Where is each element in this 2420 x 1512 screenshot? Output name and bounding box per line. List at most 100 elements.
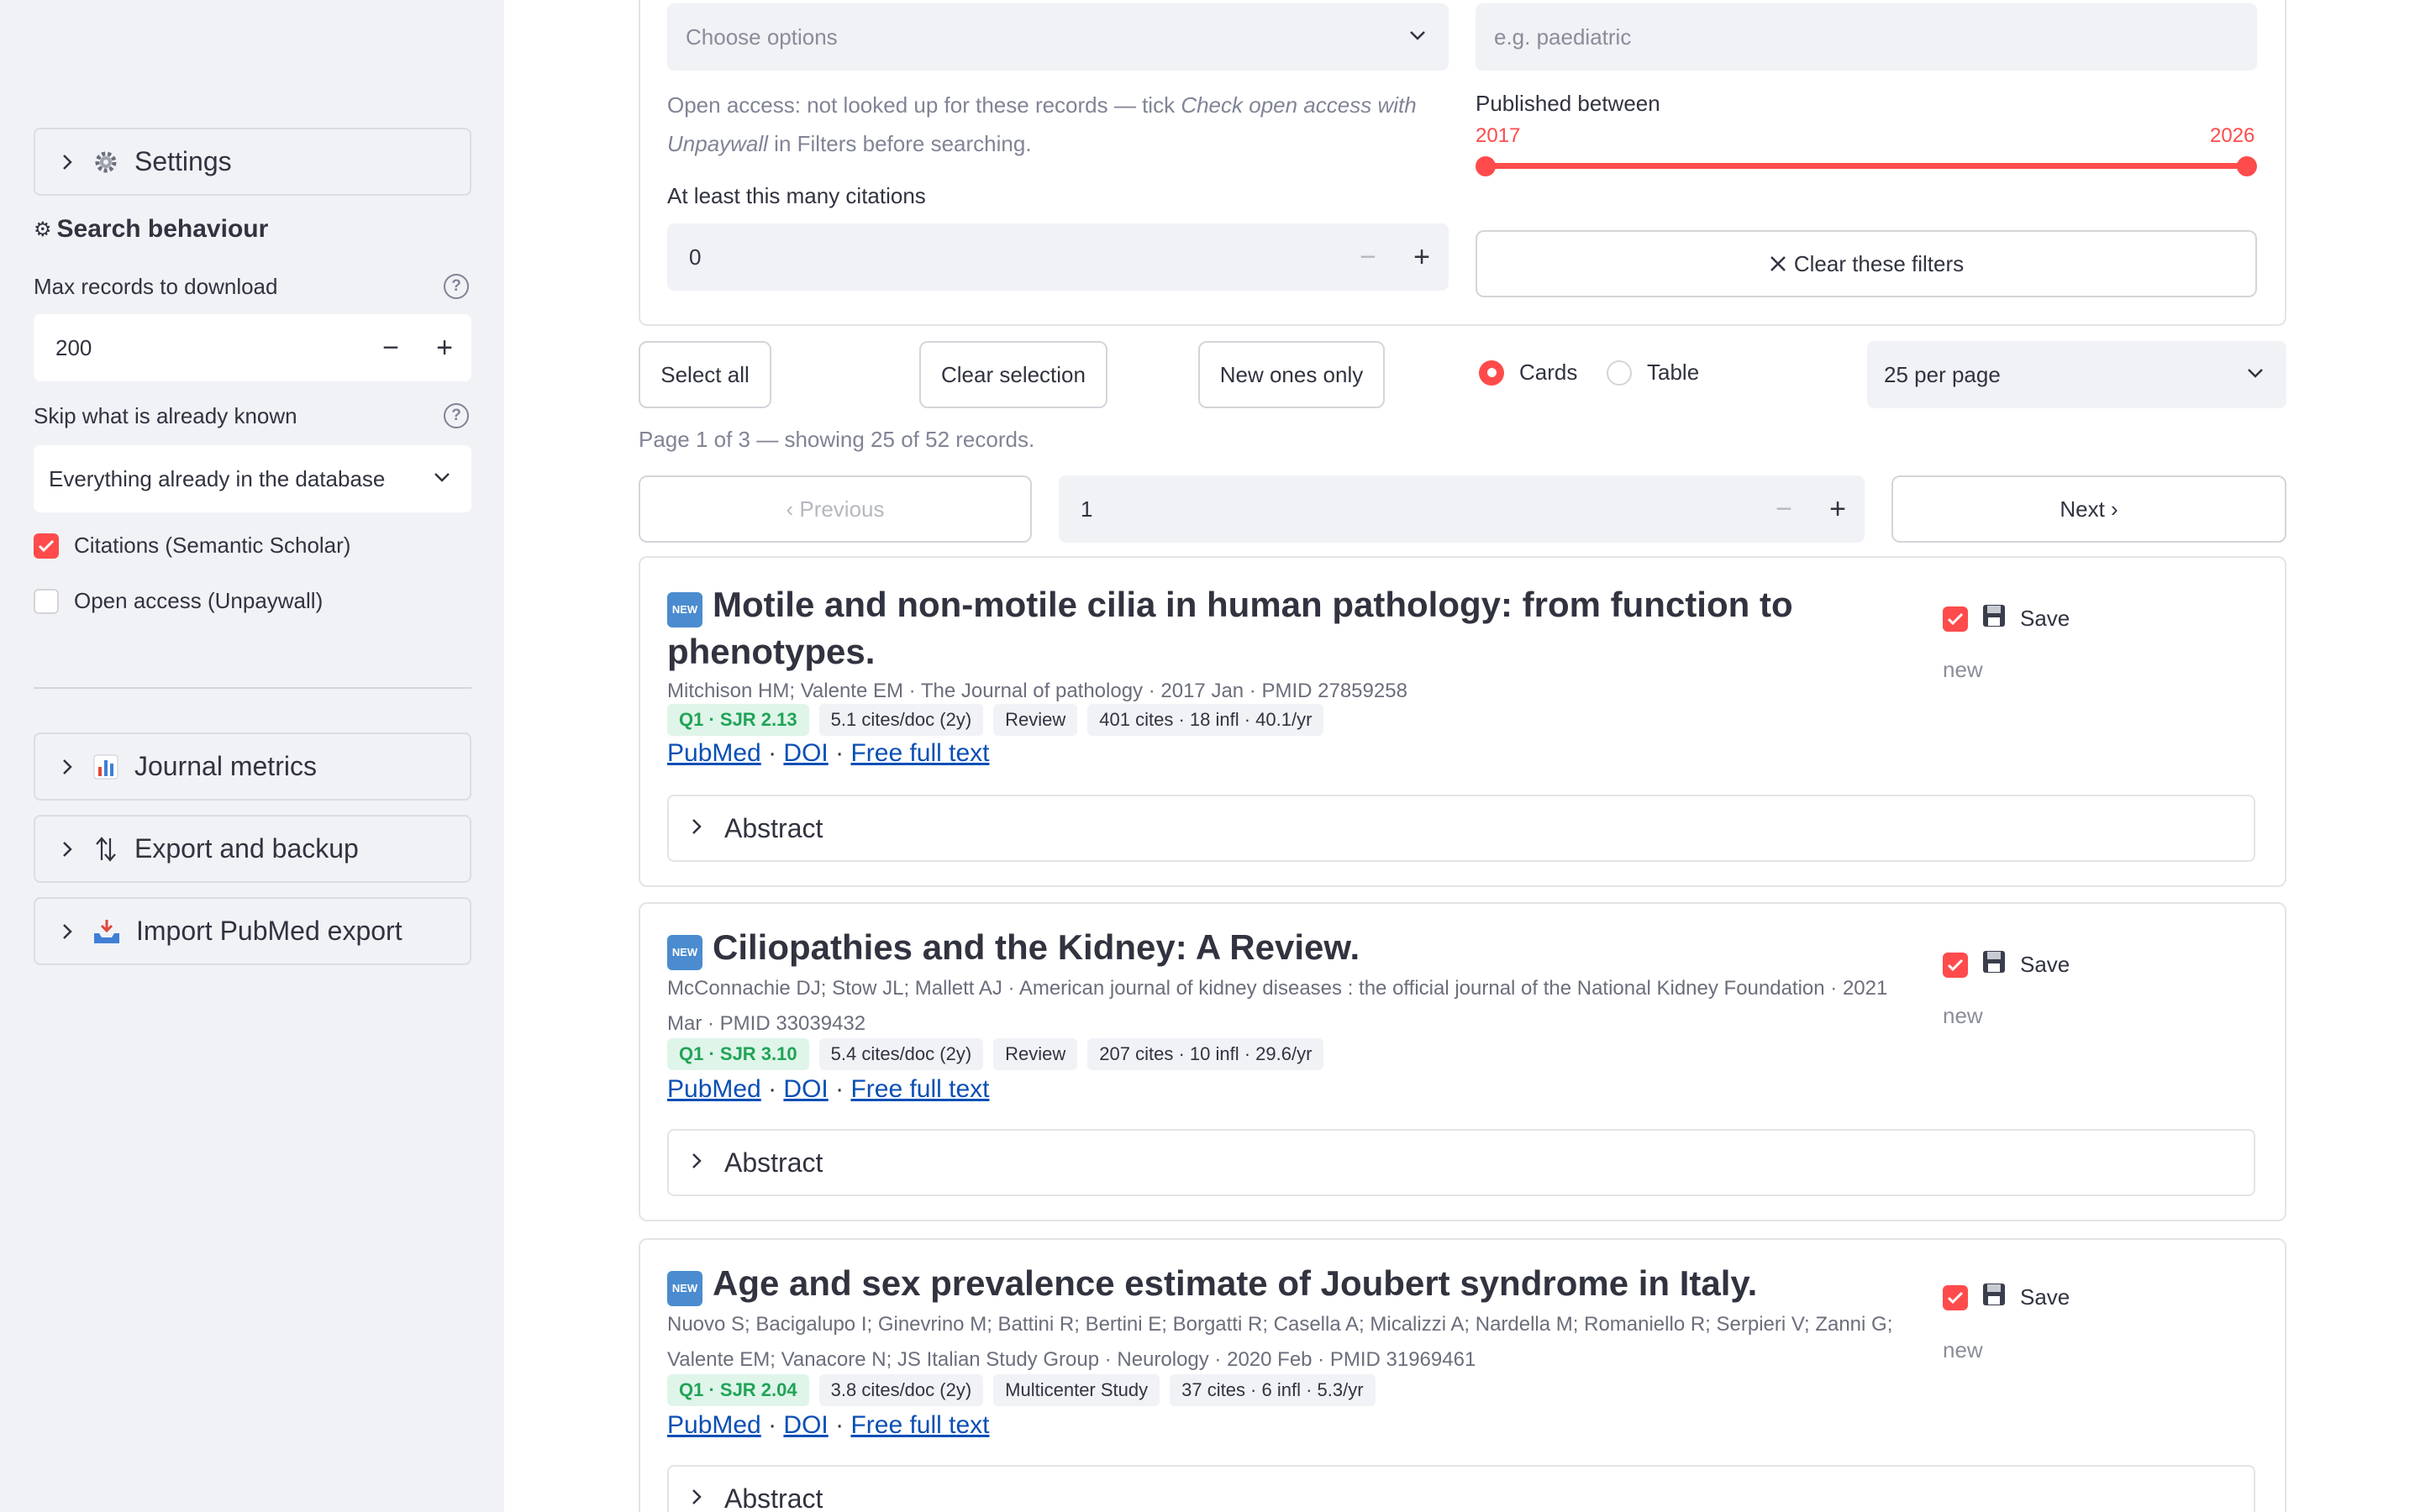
increment-button[interactable]: + xyxy=(418,332,471,365)
citations-checkbox[interactable] xyxy=(34,533,59,559)
skip-known-select[interactable]: Everything already in the database xyxy=(34,445,471,512)
view-table-radio[interactable]: Table xyxy=(1607,360,1699,386)
open-access-note: Open access: not looked up for these rec… xyxy=(667,86,1449,163)
settings-expander[interactable]: Settings xyxy=(34,128,471,196)
open-access-checkbox-row[interactable]: Open access (Unpaywall) xyxy=(34,588,323,614)
decrement-button[interactable]: − xyxy=(364,332,418,365)
floppy-disk-icon xyxy=(1981,603,2007,634)
cites-per-doc-badge: 5.1 cites/doc (2y) xyxy=(818,704,984,736)
record-title[interactable]: NEW Age and sex prevalence estimate of Jo… xyxy=(667,1260,1902,1307)
min-citations-value[interactable]: 0 xyxy=(667,244,1341,270)
year-max-handle[interactable] xyxy=(2237,156,2257,176)
journal-metrics-expander[interactable]: Journal metrics xyxy=(34,732,471,801)
chevron-down-icon xyxy=(2246,367,2265,383)
pubmed-link[interactable]: PubMed xyxy=(667,1411,761,1439)
record-meta: Nuovo S; Bacigalupo I; Ginevrino M; Batt… xyxy=(667,1313,1893,1371)
export-backup-expander[interactable]: Export and backup xyxy=(34,815,471,883)
per-page-value: 25 per page xyxy=(1884,361,2001,387)
clear-selection-button[interactable]: Clear selection xyxy=(919,341,1107,408)
pubmed-link[interactable]: PubMed xyxy=(667,739,761,767)
help-icon[interactable]: ? xyxy=(444,274,469,299)
publication-type-badge: Review xyxy=(993,1038,1078,1070)
gear-icon: ⚙ xyxy=(34,218,52,241)
gear-icon xyxy=(92,149,119,176)
min-citations-input[interactable]: 0 − + xyxy=(667,223,1449,291)
year-max-value: 2026 xyxy=(2210,124,2255,147)
record-tags: Q1 · SJR 3.10 5.4 cites/doc (2y) Review … xyxy=(667,1038,1324,1070)
import-pubmed-expander[interactable]: Import PubMed export xyxy=(34,897,471,965)
save-checkbox-row[interactable]: Save xyxy=(1943,603,2070,634)
pubmed-link[interactable]: PubMed xyxy=(667,1075,761,1103)
import-pubmed-label: Import PubMed export xyxy=(136,916,402,946)
next-page-button[interactable]: Next › xyxy=(1891,475,2286,543)
doi-link[interactable]: DOI xyxy=(783,1075,828,1103)
free-full-text-link[interactable]: Free full text xyxy=(850,1411,989,1439)
save-checkbox[interactable] xyxy=(1943,952,1968,978)
citations-checkbox-row[interactable]: Citations (Semantic Scholar) xyxy=(34,533,350,559)
save-checkbox[interactable] xyxy=(1943,1284,1968,1310)
chevron-right-icon xyxy=(691,1486,702,1512)
doi-link[interactable]: DOI xyxy=(783,1411,828,1439)
record-status: new xyxy=(1943,657,1983,682)
chevron-right-icon xyxy=(55,758,79,776)
decrement-button[interactable]: − xyxy=(1757,493,1811,526)
citations-badge: 207 cites · 10 infl · 29.6/yr xyxy=(1087,1038,1324,1070)
save-checkbox-row[interactable]: Save xyxy=(1943,1282,2070,1313)
increment-button[interactable]: + xyxy=(1395,241,1449,274)
free-full-text-link[interactable]: Free full text xyxy=(850,1075,989,1103)
abstract-expander[interactable]: Abstract xyxy=(667,1129,2255,1196)
quartile-badge: Q1 · SJR 3.10 xyxy=(667,1038,809,1070)
record-card: NEW Motile and non-motile cilia in human … xyxy=(639,556,2286,887)
page-number-input[interactable]: 1 − + xyxy=(1059,475,1865,543)
increment-button[interactable]: + xyxy=(1811,493,1865,526)
clear-filters-label: Clear these filters xyxy=(1793,250,1965,276)
save-checkbox[interactable] xyxy=(1943,606,1968,632)
chevron-down-icon xyxy=(433,471,451,487)
help-icon[interactable]: ? xyxy=(444,403,469,428)
quartile-badge: Q1 · SJR 2.13 xyxy=(667,704,809,736)
chevron-right-icon xyxy=(691,816,702,842)
record-card: NEW Ciliopathies and the Kidney: A Review… xyxy=(639,902,2286,1221)
published-between-label: Published between xyxy=(1476,91,1660,116)
view-cards-radio[interactable]: Cards xyxy=(1479,360,1577,386)
options-multiselect[interactable]: Choose options xyxy=(667,3,1449,71)
record-tags: Q1 · SJR 2.13 5.1 cites/doc (2y) Review … xyxy=(667,704,1324,736)
abstract-expander[interactable]: Abstract xyxy=(667,1465,2255,1512)
year-range-track[interactable] xyxy=(1486,163,2249,169)
clear-filters-button[interactable]: Clear these filters xyxy=(1476,230,2257,297)
record-title[interactable]: NEW Ciliopathies and the Kidney: A Review… xyxy=(667,924,1902,971)
decrement-button[interactable]: − xyxy=(1341,241,1395,274)
up-down-arrows-icon xyxy=(92,835,119,864)
doi-link[interactable]: DOI xyxy=(783,739,828,767)
page-status-text: Page 1 of 3 — showing 25 of 52 records. xyxy=(639,427,1035,452)
radio-selected[interactable] xyxy=(1479,360,1504,386)
oa-note-prefix: Open access: not looked up for these rec… xyxy=(667,92,1181,118)
free-full-text-link[interactable]: Free full text xyxy=(850,739,989,767)
open-access-checkbox[interactable] xyxy=(34,588,59,614)
skip-known-value: Everything already in the database xyxy=(49,465,386,491)
save-checkbox-row[interactable]: Save xyxy=(1943,949,2070,980)
abstract-label: Abstract xyxy=(724,1483,823,1512)
abstract-expander[interactable]: Abstract xyxy=(667,795,2255,862)
search-behaviour-heading: ⚙ Search behaviour xyxy=(34,215,268,244)
max-records-input[interactable]: 200 − + xyxy=(34,314,471,381)
per-page-select[interactable]: 25 per page xyxy=(1867,341,2286,408)
record-title-text: Ciliopathies and the Kidney: A Review. xyxy=(713,927,1360,967)
record-tags: Q1 · SJR 2.04 3.8 cites/doc (2y) Multice… xyxy=(667,1374,1376,1406)
record-title[interactable]: NEW Motile and non-motile cilia in human … xyxy=(667,581,1902,675)
select-all-button[interactable]: Select all xyxy=(639,341,771,408)
max-records-value[interactable]: 200 xyxy=(34,335,364,361)
keyword-input[interactable]: e.g. paediatric xyxy=(1476,3,2257,71)
new-only-button[interactable]: New ones only xyxy=(1198,341,1385,408)
save-label: Save xyxy=(2020,952,2070,977)
previous-page-button[interactable]: ‹ Previous xyxy=(639,475,1032,543)
publication-type-badge: Multicenter Study xyxy=(993,1374,1160,1406)
record-card: NEW Age and sex prevalence estimate of Jo… xyxy=(639,1238,2286,1512)
view-table-label: Table xyxy=(1647,360,1700,385)
page-number-value[interactable]: 1 xyxy=(1059,496,1757,522)
publication-type-badge: Review xyxy=(993,704,1078,736)
abstract-label: Abstract xyxy=(724,1147,823,1178)
year-min-handle[interactable] xyxy=(1476,156,1496,176)
radio-unselected[interactable] xyxy=(1607,360,1632,386)
citations-checkbox-label: Citations (Semantic Scholar) xyxy=(74,533,351,558)
